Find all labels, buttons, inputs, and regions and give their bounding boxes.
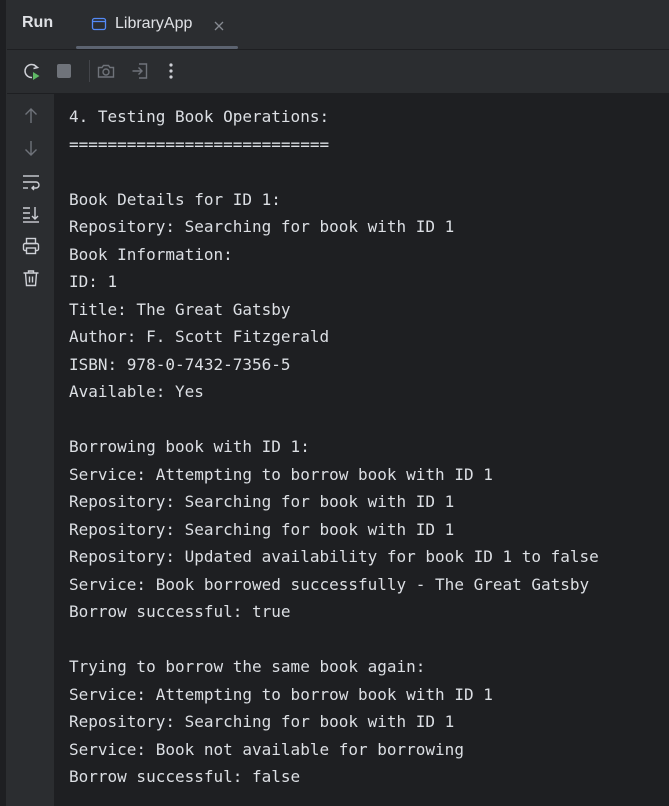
exit-icon[interactable] — [130, 61, 150, 81]
stop-icon[interactable] — [54, 61, 74, 81]
left-edge — [0, 0, 7, 806]
screenshot-icon[interactable] — [96, 61, 116, 81]
rerun-icon[interactable] — [22, 61, 42, 81]
soft-wrap-icon[interactable] — [21, 172, 41, 192]
window-icon — [91, 16, 107, 32]
print-icon[interactable] — [21, 236, 41, 256]
console-line: Service: Attempting to borrow book with … — [69, 684, 493, 704]
console-line: 4. Testing Book Operations: — [69, 107, 330, 126]
console-line: Repository: Updated availability for boo… — [69, 547, 599, 566]
console-line: Available: Yes — [69, 382, 204, 401]
console-line: Book Information: — [69, 244, 233, 264]
close-icon[interactable] — [213, 17, 225, 31]
console-line: Service: Book not available for borrowin… — [69, 739, 464, 759]
console-line: Borrow successful: true — [69, 602, 291, 621]
console-lines: 4. Testing Book Operations: ============… — [69, 103, 599, 791]
console-line: Repository: Searching for book with ID 1 — [69, 492, 455, 511]
tab-label: LibraryApp — [115, 15, 193, 32]
console-line: Repository: Searching for book with ID 1 — [69, 712, 455, 731]
console-output[interactable]: 4. Testing Book Operations: ============… — [55, 94, 669, 806]
console-side-toolbar — [7, 94, 55, 806]
console-line: Borrowing book with ID 1: — [69, 437, 310, 456]
arrow-down-icon[interactable] — [21, 138, 41, 158]
console-line: Book Details for ID 1: — [69, 189, 281, 209]
toolbar-separator — [89, 60, 90, 82]
console-line: Service: Attempting to borrow book with … — [69, 464, 493, 484]
tab-active-indicator — [76, 46, 238, 49]
console-line: Repository: Searching for book with ID 1 — [69, 217, 455, 236]
console-line: ISBN: 978-0-7432-7356-5 — [69, 354, 291, 374]
console-line: Title: The Great Gatsby — [69, 299, 291, 319]
run-header: Run LibraryApp — [7, 0, 669, 50]
console-line: Borrow successful: false — [69, 767, 301, 786]
arrow-up-icon[interactable] — [21, 106, 41, 126]
console-line: ID: 1 — [69, 272, 118, 291]
run-tool-window: Run LibraryApp 4. Testing Book Operation… — [0, 0, 669, 806]
console-line: Author: F. Scott Fitzgerald — [69, 327, 330, 346]
trash-icon[interactable] — [21, 268, 41, 288]
run-title: Run — [22, 14, 54, 31]
scroll-to-end-icon[interactable] — [21, 204, 41, 224]
run-toolbar — [7, 50, 669, 94]
console-line: Trying to borrow the same book again: — [69, 657, 426, 676]
tab-libraryapp[interactable]: LibraryApp — [76, 0, 238, 50]
console-line: Service: Book borrowed successfully - Th… — [69, 574, 590, 594]
console-line: =========================== — [69, 134, 330, 154]
more-options-icon[interactable] — [161, 61, 181, 81]
console-line: Repository: Searching for book with ID 1 — [69, 519, 455, 539]
